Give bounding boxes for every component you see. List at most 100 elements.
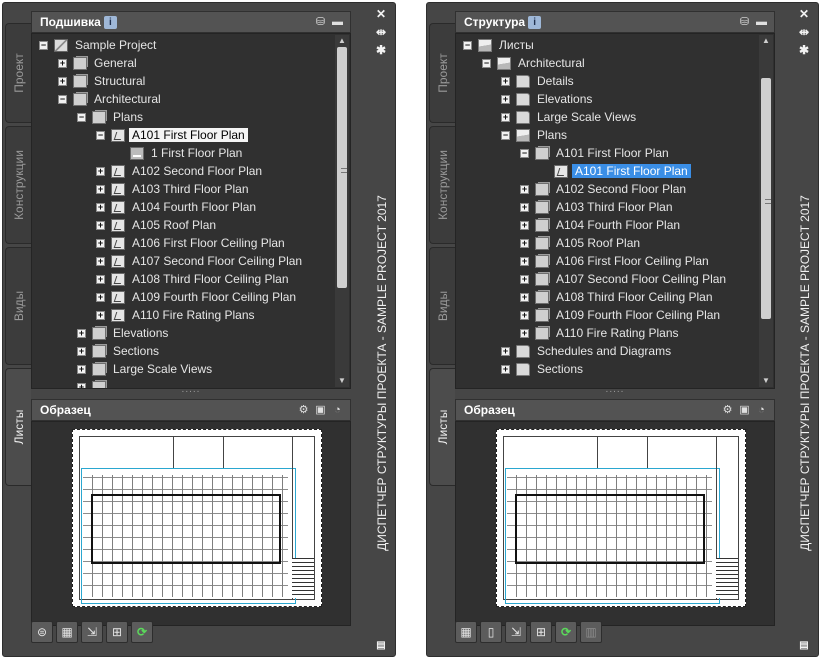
- tab-project[interactable]: Проект: [429, 23, 455, 123]
- tree-item[interactable]: + Structural: [32, 73, 334, 91]
- scroll-up-arrow-icon[interactable]: ▲: [337, 36, 347, 46]
- expand-icon[interactable]: +: [96, 203, 105, 212]
- collapse-icon[interactable]: −: [96, 131, 105, 140]
- close-icon[interactable]: ✕: [374, 7, 388, 21]
- publish-icon[interactable]: ⊜: [31, 621, 53, 643]
- tree-item[interactable]: + A107 Second Floor Ceiling Plan: [456, 271, 758, 289]
- expand-icon[interactable]: +: [520, 221, 529, 230]
- resource-drawings-icon[interactable]: ⊞: [530, 621, 552, 643]
- refresh-icon[interactable]: ⟳: [131, 621, 153, 643]
- tree-item[interactable]: − A101 First Floor Plan: [456, 145, 758, 163]
- palette-menu-icon[interactable]: ▤: [374, 639, 388, 653]
- tab-project[interactable]: Проект: [5, 23, 31, 123]
- expand-icon[interactable]: +: [501, 77, 510, 86]
- collapse-icon[interactable]: −: [39, 41, 48, 50]
- folder-icon[interactable]: ▬: [755, 16, 768, 28]
- expand-icon[interactable]: +: [96, 275, 105, 284]
- expand-icon[interactable]: +: [58, 77, 67, 86]
- tree-item[interactable]: + Large Scale Views: [32, 361, 334, 379]
- expand-icon[interactable]: +: [520, 203, 529, 212]
- sheet-set-icon[interactable]: ⛁: [314, 16, 327, 28]
- expand-icon[interactable]: +: [77, 365, 86, 374]
- tab-views[interactable]: Виды: [5, 247, 31, 365]
- collapse-icon[interactable]: −: [520, 149, 529, 158]
- expand-icon[interactable]: +: [520, 329, 529, 338]
- expand-icon[interactable]: +: [501, 365, 510, 374]
- tree-item[interactable]: + A108 Third Floor Ceiling Plan: [32, 271, 334, 289]
- pane-splitter[interactable]: [31, 389, 351, 399]
- vertical-scrollbar[interactable]: ▲ ▼: [759, 35, 773, 387]
- tree-item[interactable]: + A108 Third Floor Ceiling Plan: [456, 289, 758, 307]
- tree-item[interactable]: A101 First Floor Plan: [456, 163, 758, 181]
- scroll-down-arrow-icon[interactable]: ▼: [337, 376, 347, 386]
- details-icon[interactable]: ⚙: [297, 404, 310, 416]
- collapse-icon[interactable]: −: [482, 59, 491, 68]
- scroll-up-arrow-icon[interactable]: ▲: [761, 36, 771, 46]
- tree-item[interactable]: + A110 Fire Rating Plans: [32, 307, 334, 325]
- preview-mode-icon[interactable]: ▣: [738, 404, 751, 416]
- new-sheet-icon[interactable]: ▦: [455, 621, 477, 643]
- tree-item[interactable]: + A102 Second Floor Plan: [32, 163, 334, 181]
- tree-item[interactable]: + Elevations: [456, 91, 758, 109]
- tree-view[interactable]: − Sample Project + General + Structural − Archi…: [31, 33, 351, 389]
- tree-item[interactable]: + A105 Roof Plan: [456, 235, 758, 253]
- vertical-scrollbar[interactable]: ▲ ▼: [335, 35, 349, 387]
- expand-icon[interactable]: +: [520, 239, 529, 248]
- tree-item[interactable]: + Sections: [32, 343, 334, 361]
- refresh-icon[interactable]: ⟳: [555, 621, 577, 643]
- tree-item[interactable]: + Details: [456, 73, 758, 91]
- collapse-icon[interactable]: −: [501, 131, 510, 140]
- tab-constructs[interactable]: Конструкции: [5, 126, 31, 244]
- tree-item[interactable]: + A110 Fire Rating Plans: [456, 325, 758, 343]
- tree-item[interactable]: − Sample Project: [32, 37, 334, 55]
- info-icon[interactable]: i: [528, 15, 542, 29]
- tree-item[interactable]: − Plans: [456, 127, 758, 145]
- tree-view[interactable]: − Листы − Architectural + Details + Elevations +…: [455, 33, 775, 389]
- palette-menu-icon[interactable]: ▤: [797, 639, 811, 653]
- expand-icon[interactable]: +: [96, 311, 105, 320]
- folder-icon[interactable]: ▬: [331, 16, 344, 28]
- preview-mode-icon[interactable]: ▣: [314, 404, 327, 416]
- tree-item[interactable]: + A102 Second Floor Plan: [456, 181, 758, 199]
- preview-options-icon[interactable]: ◔: [331, 404, 344, 416]
- expand-icon[interactable]: +: [520, 311, 529, 320]
- scroll-down-arrow-icon[interactable]: ▼: [761, 376, 771, 386]
- tree-item[interactable]: + A106 First Floor Ceiling Plan: [456, 253, 758, 271]
- tree-item[interactable]: + General: [32, 55, 334, 73]
- expand-icon[interactable]: +: [96, 239, 105, 248]
- tree-item[interactable]: − Architectural: [32, 91, 334, 109]
- collapse-icon[interactable]: −: [58, 95, 67, 104]
- new-sheet-icon[interactable]: ▦: [56, 621, 78, 643]
- resource-drawings-icon[interactable]: ⊞: [106, 621, 128, 643]
- tab-sheets[interactable]: Листы: [5, 368, 31, 486]
- tree-item[interactable]: + A106 First Floor Ceiling Plan: [32, 235, 334, 253]
- tree-item[interactable]: − Листы: [456, 37, 758, 55]
- expand-icon[interactable]: +: [77, 347, 86, 356]
- tree-item[interactable]: + A109 Fourth Floor Ceiling Plan: [32, 289, 334, 307]
- expand-icon[interactable]: +: [77, 329, 86, 338]
- tree-item[interactable]: + A107 Second Floor Ceiling Plan: [32, 253, 334, 271]
- expand-icon[interactable]: +: [96, 167, 105, 176]
- tree-item[interactable]: + Sections: [456, 361, 758, 379]
- close-icon[interactable]: ✕: [797, 7, 811, 21]
- tree-item[interactable]: + Large Scale Views: [456, 109, 758, 127]
- expand-icon[interactable]: +: [501, 113, 510, 122]
- properties-icon[interactable]: ✱: [374, 43, 388, 57]
- scrollbar-thumb[interactable]: [761, 78, 771, 319]
- expand-icon[interactable]: +: [520, 257, 529, 266]
- tree-item[interactable]: + A105 Roof Plan: [32, 217, 334, 235]
- preview-options-icon[interactable]: ◔: [755, 404, 768, 416]
- expand-icon[interactable]: +: [58, 59, 67, 68]
- pane-splitter[interactable]: [455, 389, 775, 399]
- properties-icon[interactable]: ✱: [797, 43, 811, 57]
- tree-item[interactable]: − Plans: [32, 109, 334, 127]
- info-icon[interactable]: i: [103, 15, 117, 29]
- expand-icon[interactable]: +: [520, 275, 529, 284]
- tree-item[interactable]: + Elevations: [32, 325, 334, 343]
- tree-item[interactable]: + A109 Fourth Floor Ceiling Plan: [456, 307, 758, 325]
- collapse-icon[interactable]: −: [463, 41, 472, 50]
- expand-icon[interactable]: +: [520, 185, 529, 194]
- view-select-icon[interactable]: ⇲: [81, 621, 103, 643]
- tree-item[interactable]: − Architectural: [456, 55, 758, 73]
- tree-item[interactable]: + Schedules and Diagrams: [456, 343, 758, 361]
